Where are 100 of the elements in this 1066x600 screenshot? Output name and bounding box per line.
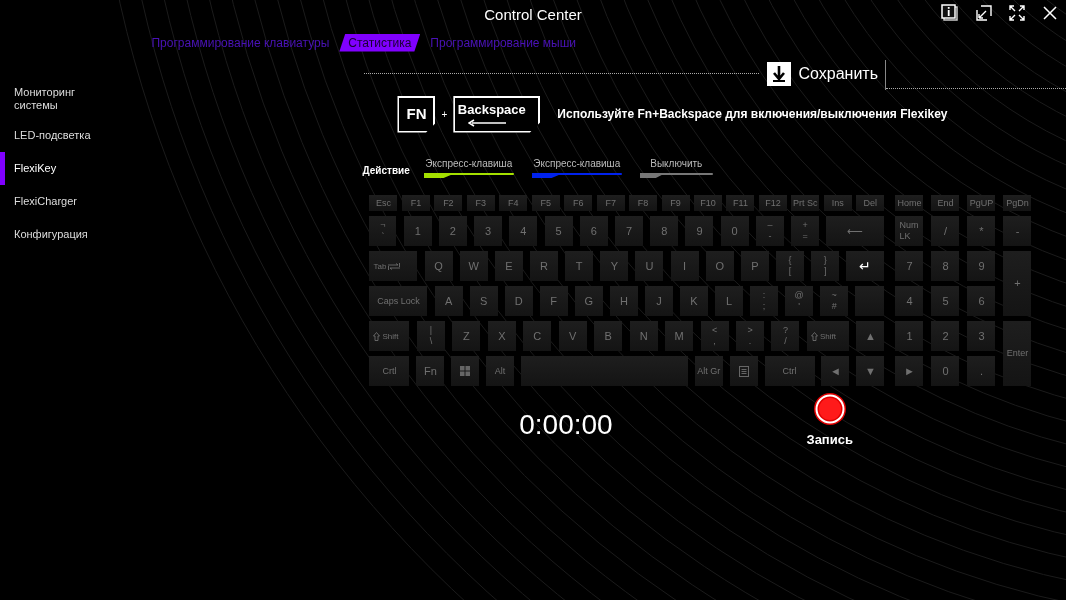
keyboard-key[interactable]: U <box>635 251 664 281</box>
keyboard-key[interactable]: E <box>494 251 523 281</box>
keyboard-key[interactable]: Caps Lock <box>369 286 428 316</box>
keyboard-key[interactable]: F3 <box>466 195 495 211</box>
info-icon[interactable] <box>941 4 959 22</box>
keyboard-key[interactable]: ? / <box>771 321 800 351</box>
keyboard-key[interactable]: D <box>504 286 533 316</box>
keyboard-key[interactable]: I <box>670 251 699 281</box>
keyboard-key[interactable]: Esc <box>369 195 398 211</box>
keyboard-key[interactable]: < , <box>700 321 729 351</box>
restore-icon[interactable] <box>976 5 992 21</box>
keyboard-key[interactable]: 2 <box>438 216 467 246</box>
keyboard-key[interactable]: M <box>665 321 694 351</box>
fullscreen-icon[interactable] <box>1009 5 1025 21</box>
tab[interactable]: Статистика <box>339 33 421 52</box>
keyboard-key[interactable]: L <box>715 286 744 316</box>
keyboard-key[interactable]: F7 <box>596 195 625 211</box>
keyboard-key[interactable]: Shift <box>369 321 410 351</box>
keyboard-key[interactable]: Num LK <box>895 216 924 246</box>
keyboard-key[interactable]: Shift <box>806 321 849 351</box>
keyboard-key[interactable]: Fn <box>416 356 445 386</box>
keyboard-key[interactable]: 4 <box>509 216 538 246</box>
keyboard-key[interactable]: F4 <box>499 195 528 211</box>
keyboard-key[interactable]: ⟵ <box>826 216 885 246</box>
keyboard-key[interactable]: | \ <box>416 321 445 351</box>
keyboard-key[interactable]: ▼ <box>856 356 885 386</box>
keyboard-key[interactable]: Y <box>600 251 629 281</box>
keyboard-key[interactable]: PgUP <box>967 195 996 211</box>
keyboard-key[interactable]: 7 <box>895 251 924 281</box>
keyboard-key[interactable]: F1 <box>401 195 430 211</box>
keyboard-key[interactable]: ¬ ` <box>369 216 397 246</box>
keyboard-key[interactable]: 8 <box>931 251 960 281</box>
keyboard-key[interactable]: 8 <box>650 216 679 246</box>
close-icon[interactable] <box>1042 5 1058 21</box>
keyboard-key[interactable]: End <box>931 195 960 211</box>
keyboard-key[interactable]: Enter <box>1003 321 1032 386</box>
keyboard-key[interactable]: W <box>459 251 488 281</box>
keyboard-key[interactable]: – - <box>755 216 784 246</box>
keyboard-key[interactable]: . <box>967 356 996 386</box>
keyboard-key[interactable]: Home <box>895 195 924 211</box>
keyboard-key[interactable]: P <box>740 251 769 281</box>
keyboard-key[interactable]: F <box>539 286 568 316</box>
keyboard-key[interactable]: ↵ <box>846 251 885 281</box>
keyboard-key[interactable]: 6 <box>967 286 996 316</box>
keyboard-key[interactable]: 4 <box>895 286 924 316</box>
keyboard-key[interactable]: Del <box>856 195 885 211</box>
keyboard-key[interactable]: } ] <box>811 251 840 281</box>
keyboard-key[interactable]: Ins <box>823 195 852 211</box>
keyboard-key[interactable]: 1 <box>895 321 924 351</box>
save-button[interactable]: Сохранить <box>767 62 878 86</box>
sidebar-item[interactable]: FlexiKey <box>0 152 150 185</box>
keyboard-key[interactable]: / <box>931 216 960 246</box>
keyboard-key[interactable]: F2 <box>434 195 463 211</box>
tab[interactable]: Программирование мыши <box>430 33 577 52</box>
keyboard-key[interactable]: Ctrl <box>764 356 815 386</box>
keyboard-key[interactable]: + <box>1003 251 1032 316</box>
keyboard-key[interactable]: 9 <box>685 216 714 246</box>
keyboard-key[interactable]: ◄ <box>821 356 850 386</box>
keyboard-key[interactable]: PgDn <box>1003 195 1032 211</box>
record-button[interactable]: Запись <box>806 392 853 450</box>
keyboard-key[interactable]: F12 <box>758 195 787 211</box>
keyboard-key[interactable]: Alt <box>486 356 515 386</box>
keyboard-key[interactable]: 2 <box>931 321 960 351</box>
sidebar-item[interactable]: Конфигурация <box>0 218 150 251</box>
keyboard-key[interactable]: F8 <box>629 195 658 211</box>
keyboard-key[interactable]: ▲ <box>856 321 885 351</box>
keyboard-key[interactable]: K <box>680 286 708 316</box>
keyboard-key[interactable] <box>451 356 480 386</box>
keyboard-key[interactable]: 5 <box>544 216 573 246</box>
keyboard-key[interactable]: > . <box>736 321 764 351</box>
keyboard-key[interactable]: F11 <box>726 195 755 211</box>
keyboard-key[interactable]: N <box>629 321 658 351</box>
keyboard-key[interactable]: Z <box>452 321 481 351</box>
keyboard-key[interactable]: X <box>487 321 516 351</box>
keyboard-key[interactable]: 6 <box>579 216 608 246</box>
keyboard-key[interactable]: Tab <box>369 251 418 281</box>
keyboard-key[interactable]: R <box>530 251 559 281</box>
keyboard-key[interactable]: 7 <box>615 216 643 246</box>
keyboard-key[interactable]: V <box>558 321 587 351</box>
tab[interactable]: Программирование клавиатуры <box>151 33 330 52</box>
keyboard-key[interactable]: C <box>523 321 552 351</box>
keyboard-key[interactable]: { [ <box>776 251 805 281</box>
keyboard-key[interactable]: 1 <box>403 216 432 246</box>
sidebar-item[interactable]: FlexiCharger <box>0 185 150 218</box>
keyboard-key[interactable]: * <box>967 216 996 246</box>
keyboard-key[interactable]: Q <box>424 251 453 281</box>
keyboard-key[interactable]: H <box>609 286 638 316</box>
keyboard-key[interactable]: A <box>434 286 463 316</box>
keyboard-key[interactable]: 0 <box>720 216 749 246</box>
keyboard-key[interactable]: G <box>574 286 603 316</box>
keyboard-key[interactable]: Prt Sc <box>791 195 820 211</box>
keyboard-key[interactable]: : ; <box>750 286 779 316</box>
keyboard-key[interactable]: F9 <box>661 195 690 211</box>
keyboard-key[interactable]: B <box>594 321 623 351</box>
keyboard-key[interactable]: S <box>469 286 498 316</box>
keyboard-key[interactable]: + = <box>791 216 820 246</box>
sidebar-item[interactable]: Мониторинг системы <box>0 79 90 119</box>
keyboard-key[interactable]: Alt Gr <box>694 356 723 386</box>
keyboard-key[interactable]: F6 <box>564 195 593 211</box>
keyboard-key[interactable]: F10 <box>694 195 722 211</box>
